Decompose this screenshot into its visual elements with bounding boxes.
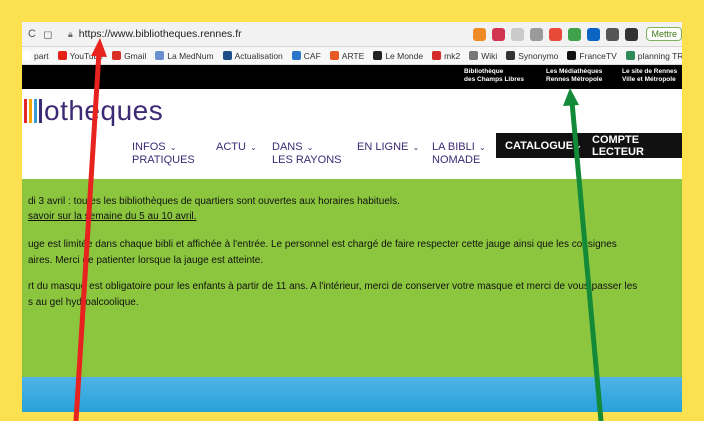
annotation-arrows [73,38,604,421]
green-arrow [563,88,604,421]
red-arrow [73,38,107,421]
